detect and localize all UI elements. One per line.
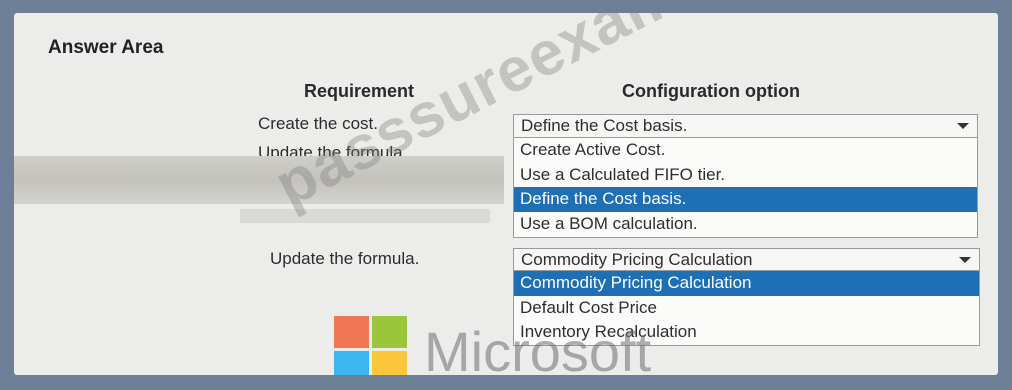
answer-area-panel: Answer Area Requirement Configuration op… — [14, 13, 998, 375]
answer-area-title: Answer Area — [48, 37, 164, 58]
option-calculated-fifo-tier[interactable]: Use a Calculated FIFO tier. — [514, 163, 977, 188]
configuration-header: Configuration option — [622, 81, 800, 101]
requirement-update-formula-2: Update the formula. — [270, 249, 420, 268]
microsoft-logo-icon — [334, 316, 412, 375]
dropdown-selected-value: Define the Cost basis. — [521, 116, 688, 135]
cost-config-dropdown[interactable]: Define the Cost basis. — [513, 114, 978, 138]
chevron-down-icon[interactable] — [959, 257, 971, 263]
option-define-cost-basis[interactable]: Define the Cost basis. — [514, 187, 977, 212]
option-create-active-cost[interactable]: Create Active Cost. — [514, 138, 977, 163]
microsoft-wordmark: Microsoft — [424, 320, 652, 375]
option-commodity-pricing-calculation[interactable]: Commodity Pricing Calculation — [514, 271, 979, 296]
obscured-region-small — [240, 209, 490, 223]
option-default-cost-price[interactable]: Default Cost Price — [514, 296, 979, 321]
formula-config-dropdown[interactable]: Commodity Pricing Calculation — [513, 248, 980, 271]
chevron-down-icon[interactable] — [957, 123, 969, 129]
obscured-region — [14, 156, 504, 204]
dropdown-selected-value: Commodity Pricing Calculation — [521, 250, 753, 269]
cost-config-options-list: Create Active Cost. Use a Calculated FIF… — [513, 137, 978, 238]
option-bom-calculation[interactable]: Use a BOM calculation. — [514, 212, 977, 237]
